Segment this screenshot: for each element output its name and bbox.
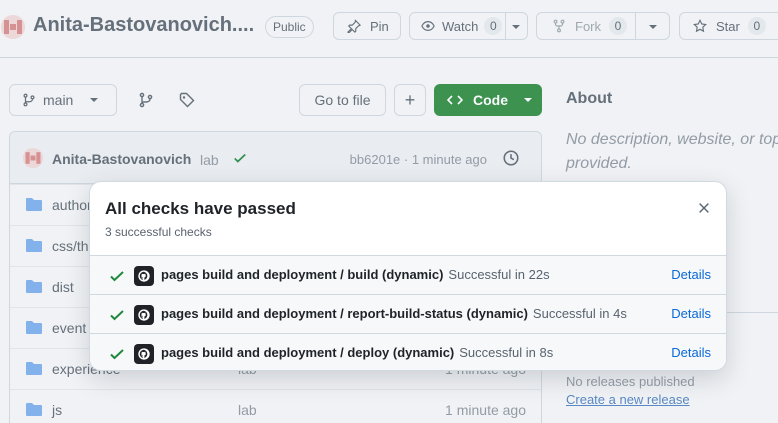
check-icon [110, 349, 124, 360]
check-row: pages build and deployment / build (dyna… [90, 255, 726, 294]
check-icon [110, 271, 124, 282]
popover-subtitle: 3 successful checks [105, 225, 212, 239]
close-button[interactable] [693, 197, 715, 219]
check-status: Successful in 22s [448, 267, 550, 282]
check-name: pages build and deployment / deploy (dyn… [161, 345, 455, 360]
check-name: pages build and deployment / report-buil… [161, 306, 528, 321]
check-icon [110, 310, 124, 321]
github-app-icon [134, 344, 154, 364]
github-app-icon [134, 266, 154, 286]
github-app-icon [134, 305, 154, 325]
popover-title: All checks have passed [105, 199, 296, 218]
check-status: Successful in 8s [459, 345, 554, 360]
check-details-link[interactable]: Details [671, 345, 711, 360]
check-row: pages build and deployment / report-buil… [90, 294, 726, 333]
check-status: Successful in 4s [532, 306, 627, 321]
check-row: pages build and deployment / deploy (dyn… [90, 333, 726, 370]
close-icon [699, 203, 709, 213]
check-name: pages build and deployment / build (dyna… [161, 267, 444, 282]
check-details-link[interactable]: Details [671, 267, 711, 282]
checks-popover: All checks have passed 3 successful chec… [89, 181, 727, 371]
check-details-link[interactable]: Details [671, 306, 711, 321]
